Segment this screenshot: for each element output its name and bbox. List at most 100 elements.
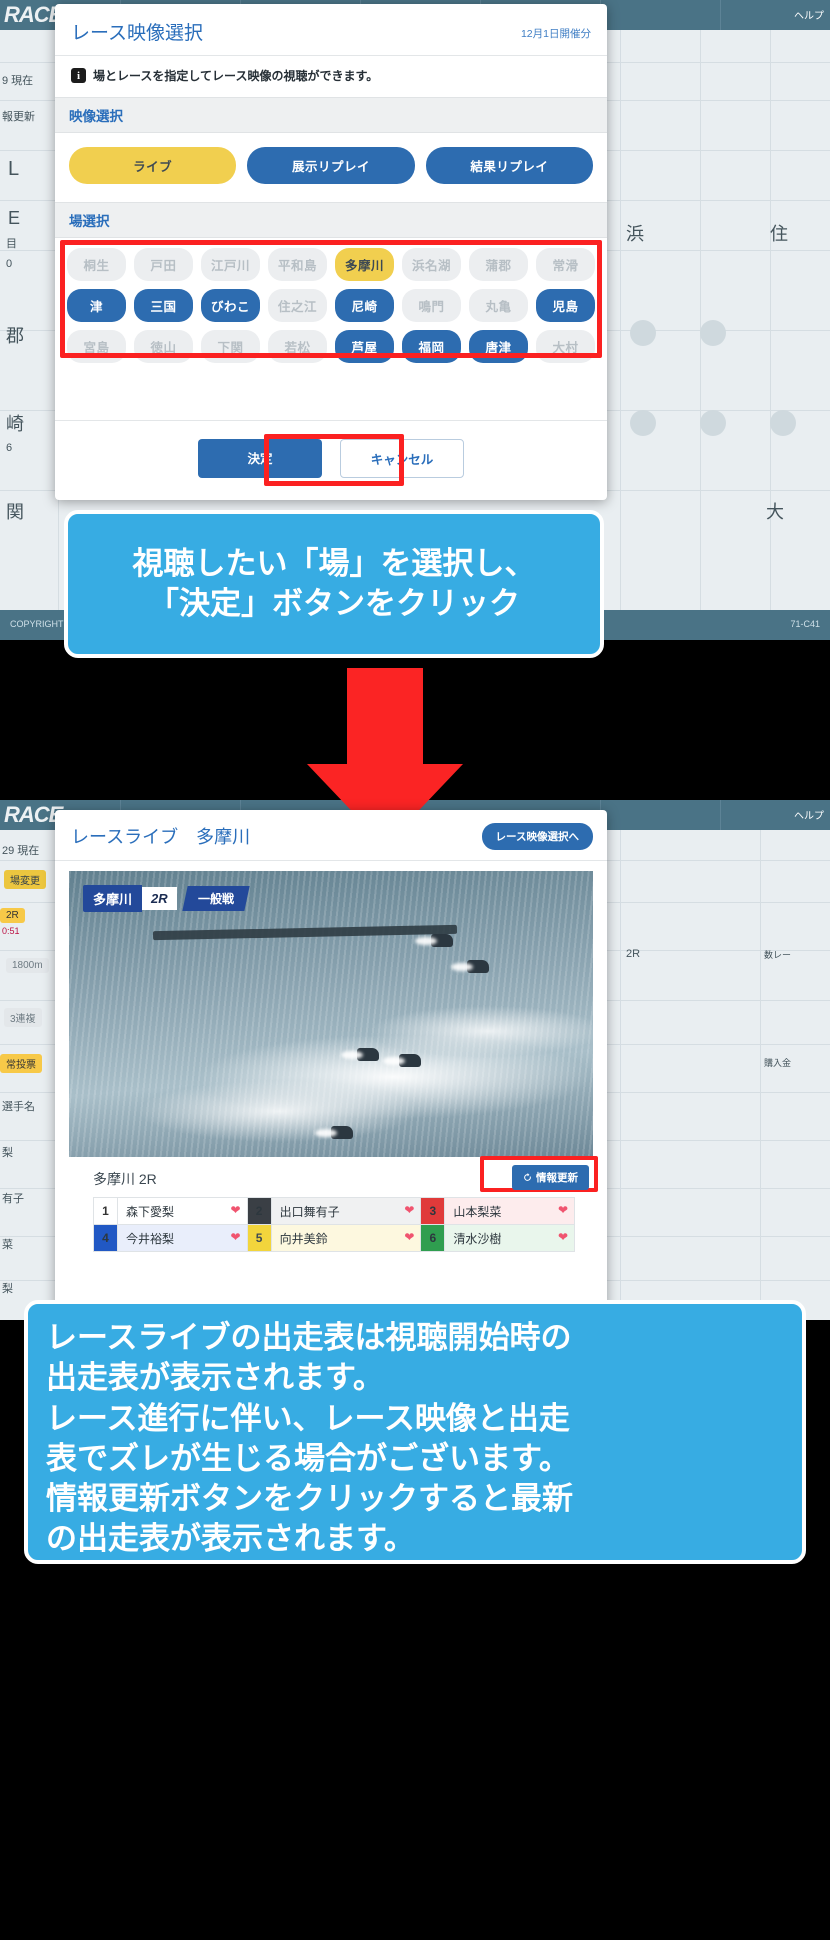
entry-name-1[interactable]: 森下愛梨 ❤ xyxy=(117,1197,248,1225)
heart-icon[interactable]: ❤ xyxy=(558,1203,568,1217)
venue-tamagawa[interactable]: 多摩川 xyxy=(335,248,394,281)
refresh-button[interactable]: 情報更新 xyxy=(512,1165,589,1190)
video-select-dialog: レース映像選択 12月1日開催分 i 場とレースを指定してレース映像の視聴ができ… xyxy=(55,4,607,500)
bg-text: 6 xyxy=(6,442,13,454)
venue-tokuyama[interactable]: 徳山 xyxy=(134,330,193,363)
venue-kiryu[interactable]: 桐生 xyxy=(67,248,126,281)
venue-omura[interactable]: 大村 xyxy=(536,330,595,363)
venue-row-3: 宮島 徳山 下関 若松 芦屋 福岡 唐津 大村 xyxy=(67,330,595,363)
info-text: 場とレースを指定してレース映像の視聴ができます。 xyxy=(93,69,379,83)
video-mode-buttons: ライブ 展示リプレイ 結果リプレイ xyxy=(55,133,607,190)
dialog-header: レース映像選択 12月1日開催分 xyxy=(55,4,607,56)
heart-icon[interactable]: ❤ xyxy=(404,1203,414,1217)
callout-live-line1: レースライブの出走表は視聴開始時の xyxy=(46,1320,572,1355)
venue-mikuni[interactable]: 三国 xyxy=(134,289,193,322)
video-frame-image xyxy=(69,871,593,1157)
info-icon: i xyxy=(71,68,86,83)
venue-shimonoseki[interactable]: 下関 xyxy=(201,330,260,363)
cancel-button[interactable]: キャンセル xyxy=(340,439,464,478)
venue-hamanako[interactable]: 浜名湖 xyxy=(402,248,461,281)
boat xyxy=(467,959,490,973)
callout-live-line2: 出走表が表示されます。 xyxy=(46,1360,384,1396)
entry-num-1: 1 xyxy=(93,1197,118,1225)
to-video-select-button[interactable]: レース映像選択へ xyxy=(481,823,593,850)
venue-tsu[interactable]: 津 xyxy=(67,289,126,322)
boat xyxy=(430,933,453,947)
refresh-icon xyxy=(524,1173,531,1181)
bg-text: 大 xyxy=(766,502,784,522)
race-video-player[interactable]: 多摩川 2R 一般戦 xyxy=(69,871,593,1157)
venue-naruto[interactable]: 鳴門 xyxy=(402,289,461,322)
confirm-button[interactable]: 決定 xyxy=(198,439,322,478)
bg-text: 購入金 xyxy=(764,1058,792,1068)
table-row: 4 今井裕梨 ❤ 5 向井美鈴 ❤ 6 清水沙樹 ❤ xyxy=(93,1224,575,1252)
venue-marugame[interactable]: 丸亀 xyxy=(469,289,528,322)
screenshot-root: RACE ヘルプ 9 現在 報更新 L E 目 0 郡 崎 6 関 浜 住 大 … xyxy=(0,0,830,1940)
venue-fukuoka[interactable]: 福岡 xyxy=(402,330,461,363)
venue-wakamatsu[interactable]: 若松 xyxy=(268,330,327,363)
mode-button-exhibition-replay[interactable]: 展示リプレイ xyxy=(247,147,415,184)
bg-text: 郡 xyxy=(6,326,24,346)
bg-chip: 1800m xyxy=(6,958,49,973)
bg-chip: 3連複 xyxy=(4,1008,42,1027)
callout-select-venue: 視聴したい「場」を選択し、 「決定」ボタンをクリック xyxy=(64,510,604,658)
venue-gamagori[interactable]: 蒲郡 xyxy=(469,248,528,281)
overlay-grade: 一般戦 xyxy=(181,886,250,911)
entry-table: 1 森下愛梨 ❤ 2 出口舞有子 ❤ 3 山本梨菜 ❤ 4 今井裕梨 ❤ 5 向井美鈴 ❤… xyxy=(93,1197,575,1252)
bg-text: 菜 xyxy=(2,1239,13,1251)
site-logo: RACE xyxy=(4,2,63,27)
callout-live-line3: レース進行に伴い、レース映像と出走 xyxy=(46,1400,570,1436)
venue-row-2: 津 三国 びわこ 住之江 尼崎 鳴門 丸亀 児島 xyxy=(67,289,595,322)
heart-icon[interactable]: ❤ xyxy=(558,1230,568,1244)
venue-karatsu[interactable]: 唐津 xyxy=(469,330,528,363)
boat xyxy=(331,1125,353,1139)
bg-text: 関 xyxy=(6,502,24,522)
venue-edogawa[interactable]: 江戸川 xyxy=(201,248,260,281)
help-link-2[interactable]: ヘルプ xyxy=(794,807,824,822)
bg-text: 選手名 xyxy=(2,1101,35,1113)
entry-num-6: 6 xyxy=(420,1224,446,1252)
footer-code: 71-C41 xyxy=(790,619,820,629)
entry-num-5: 5 xyxy=(246,1224,272,1252)
bg-text: 9 現在 xyxy=(2,75,34,87)
venue-amagasaki[interactable]: 尼崎 xyxy=(335,289,394,322)
boat xyxy=(357,1048,380,1062)
entry-name-5[interactable]: 向井美鈴 ❤ xyxy=(270,1224,422,1252)
mode-button-live[interactable]: ライブ xyxy=(69,147,237,184)
race-label: 多摩川 2R xyxy=(93,1171,157,1187)
bg-text: 住 xyxy=(770,224,788,244)
boat xyxy=(399,1054,422,1068)
venue-tokoname[interactable]: 常滑 xyxy=(536,248,595,281)
venue-ashiya[interactable]: 芦屋 xyxy=(335,330,394,363)
dialog-date-note: 12月1日開催分 xyxy=(520,28,591,40)
video-section-label: 映像選択 xyxy=(55,97,607,133)
heart-icon[interactable]: ❤ xyxy=(231,1230,241,1244)
bg-text: 梨 xyxy=(2,1147,13,1159)
bg-text: 目 xyxy=(6,238,17,250)
mode-button-result-replay[interactable]: 結果リプレイ xyxy=(425,147,593,184)
venue-toda[interactable]: 戸田 xyxy=(134,248,193,281)
bg-text: E xyxy=(8,208,21,228)
callout-select-line1: 視聴したい「場」を選択し、 xyxy=(132,545,536,581)
entry-name-6[interactable]: 清水沙樹 ❤ xyxy=(444,1224,575,1252)
heart-icon[interactable]: ❤ xyxy=(404,1230,414,1244)
entry-name-4[interactable]: 今井裕梨 ❤ xyxy=(117,1224,248,1252)
site-logo-2: RACE xyxy=(4,802,63,827)
entry-name-3[interactable]: 山本梨菜 ❤ xyxy=(444,1197,575,1225)
video-overlay-tag: 多摩川 2R 一般戦 xyxy=(83,885,250,912)
callout-race-live-note: レースライブの出走表は視聴開始時の 出走表が表示されます。 レース進行に伴い、レ… xyxy=(24,1300,806,1564)
venue-biwako[interactable]: びわこ xyxy=(201,289,260,322)
race-subtitle-row: 多摩川 2R 情報更新 xyxy=(55,1156,607,1193)
bg-chip: 2R xyxy=(0,908,25,923)
bg-text: 報更新 xyxy=(2,111,35,123)
race-live-dialog: レースライブ 多摩川 レース映像選択へ 多摩川 2R 一般戦 多摩川 2R 情報… xyxy=(55,810,607,1310)
bg-text: 2R xyxy=(626,948,641,960)
venue-kojima[interactable]: 児島 xyxy=(536,289,595,322)
venue-suminoe[interactable]: 住之江 xyxy=(268,289,327,322)
venue-heiwajima[interactable]: 平和島 xyxy=(268,248,327,281)
heart-icon[interactable]: ❤ xyxy=(231,1203,241,1217)
overlay-race: 2R xyxy=(142,887,177,910)
venue-miyajima[interactable]: 宮島 xyxy=(67,330,126,363)
entry-name-2[interactable]: 出口舞有子 ❤ xyxy=(270,1197,422,1225)
help-link[interactable]: ヘルプ xyxy=(794,7,824,22)
